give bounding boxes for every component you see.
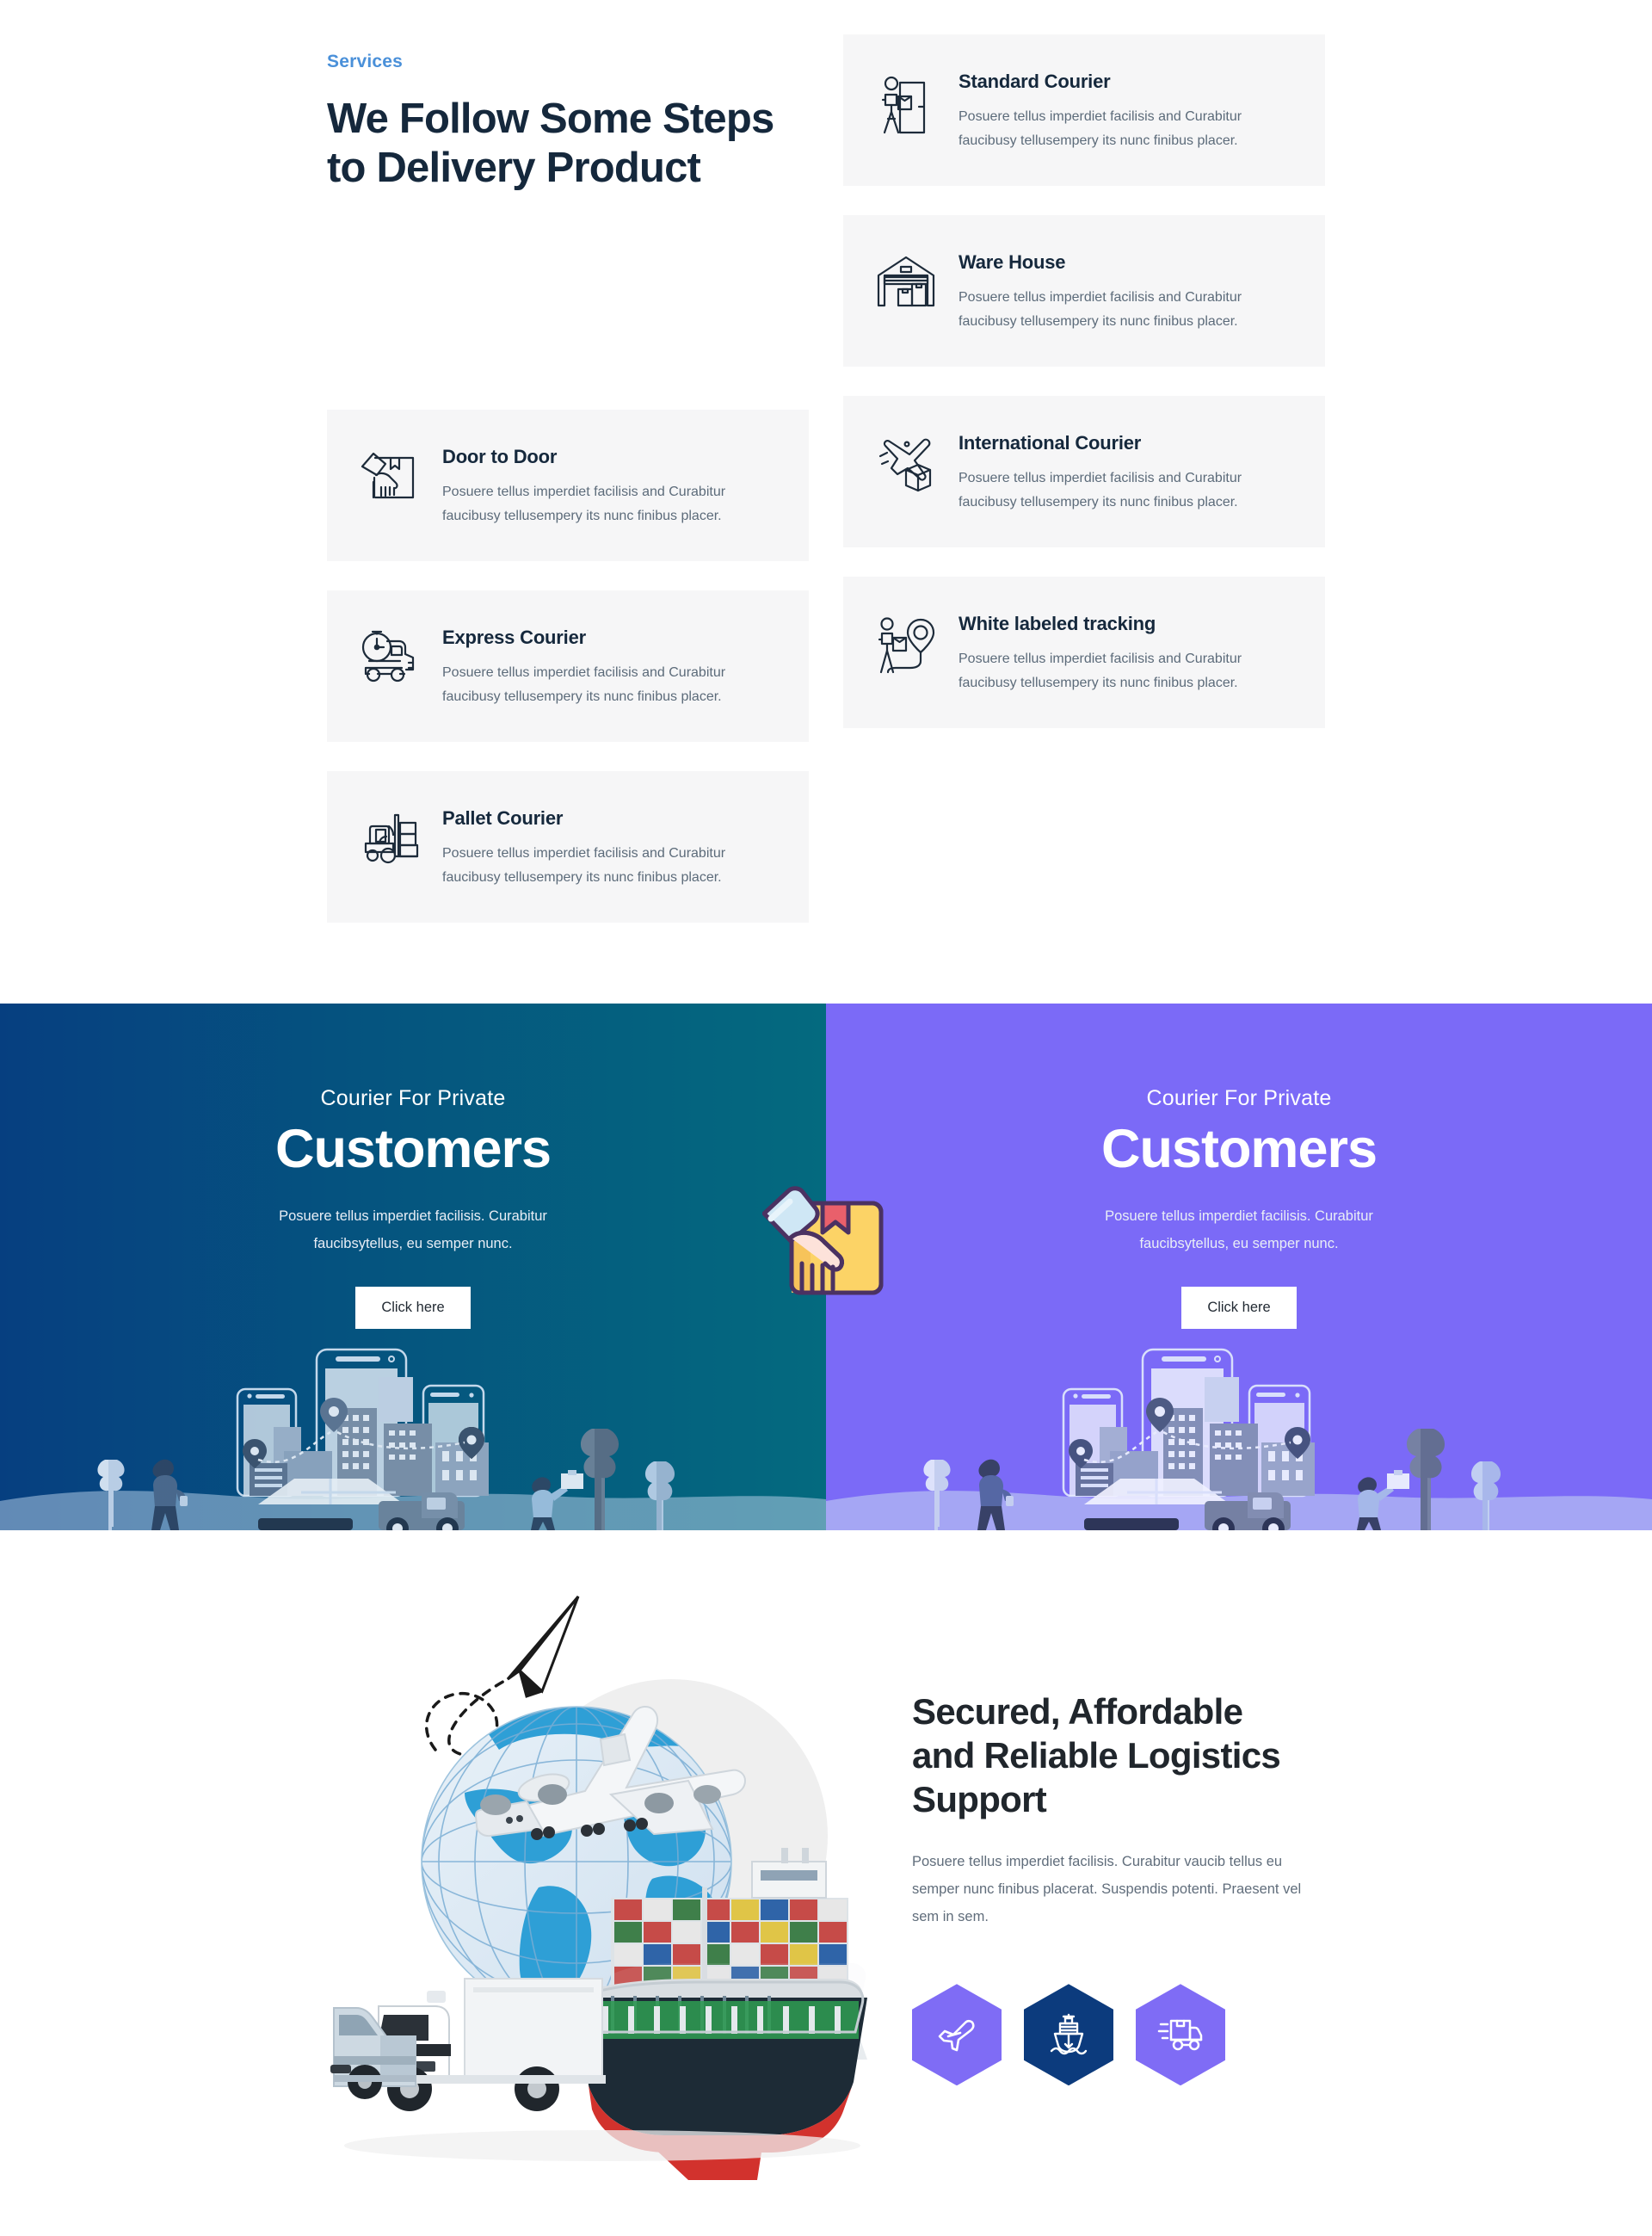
badge-sea-freight[interactable] [1024, 1984, 1113, 2086]
page-root: Services We Follow Some Steps to Deliver… [0, 0, 1652, 2236]
service-card-pallet-courier[interactable]: Pallet Courier Posuere tellus imperdiet … [327, 771, 809, 923]
warehouse-icon [872, 255, 940, 308]
logistics-title: Secured, Affordable and Reliable Logisti… [912, 1691, 1281, 1820]
services-card-column-left: Door to Door Posuere tellus imperdiet fa… [327, 410, 809, 952]
page-title: We Follow Some Steps to Delivery Product [327, 96, 774, 192]
logistics-illustration [327, 1578, 878, 2184]
service-card-desc: Posuere tellus imperdiet facilisis and C… [959, 471, 1242, 510]
hand-package-icon [356, 449, 423, 503]
city-delivery-illustration-right [826, 1348, 1652, 1530]
logistics-section: Secured, Affordable and Reliable Logisti… [0, 1530, 1652, 2236]
cargo-ship-icon [1050, 2014, 1088, 2055]
service-card-door-to-door[interactable]: Door to Door Posuere tellus imperdiet fa… [327, 410, 809, 561]
city-delivery-illustration-left [0, 1348, 826, 1530]
service-card-title: Standard Courier [959, 71, 1111, 92]
service-card-desc: Posuere tellus imperdiet facilisis and C… [442, 485, 726, 523]
service-card-title: Ware House [959, 251, 1066, 273]
service-card-title: Door to Door [442, 446, 558, 467]
service-card-desc: Posuere tellus imperdiet facilisis and C… [959, 290, 1242, 329]
promo-description: Posuere tellus imperdiet facilisis. Cura… [279, 1208, 547, 1251]
service-card-ware-house[interactable]: Ware House Posuere tellus imperdiet faci… [843, 215, 1325, 367]
service-card-white-labeled-tracking[interactable]: White labeled tracking Posuere tellus im… [843, 577, 1325, 728]
service-card-international-courier[interactable]: International Courier Posuere tellus imp… [843, 396, 1325, 547]
person-package-map-pin-icon [872, 616, 940, 675]
airplane-box-icon [872, 435, 940, 492]
services-section: Services We Follow Some Steps to Deliver… [0, 0, 1652, 1004]
promo-panel-right: Courier For Private Customers Posuere te… [826, 1004, 1652, 1530]
promo-kicker: Courier For Private [1146, 1086, 1332, 1110]
logistics-description: Posuere tellus imperdiet facilisis. Cura… [912, 1853, 1302, 1925]
stopwatch-truck-icon [356, 630, 423, 683]
badge-road-freight[interactable] [1136, 1984, 1225, 2086]
forklift-pallet-icon [356, 811, 423, 866]
badge-air-freight[interactable] [912, 1984, 1002, 2086]
services-eyebrow: Services [327, 52, 404, 71]
global-logistics-composite-image [330, 1596, 867, 2180]
service-card-desc: Posuere tellus imperdiet facilisis and C… [442, 846, 726, 885]
promo-banner-section: Courier For Private Customers Posuere te… [0, 1004, 1652, 1530]
click-here-button-left[interactable]: Click here [355, 1286, 471, 1329]
logistics-badges [912, 1984, 1291, 2086]
service-card-desc: Posuere tellus imperdiet facilisis and C… [959, 109, 1242, 148]
service-card-title: White labeled tracking [959, 613, 1156, 634]
promo-description: Posuere tellus imperdiet facilisis. Cura… [1105, 1208, 1373, 1251]
click-here-button-right[interactable]: Click here [1181, 1286, 1297, 1329]
delivery-truck-icon [1157, 2019, 1203, 2051]
service-card-title: Express Courier [442, 627, 586, 648]
service-card-standard-courier[interactable]: Standard Courier Posuere tellus imperdie… [843, 34, 1325, 186]
service-card-desc: Posuere tellus imperdiet facilisis and C… [442, 665, 726, 704]
promo-title: Customers [1100, 1119, 1378, 1179]
promo-content-right: Courier For Private Customers Posuere te… [826, 1004, 1652, 1329]
service-card-desc: Posuere tellus imperdiet facilisis and C… [959, 652, 1242, 690]
courier-person-door-icon [872, 74, 940, 134]
promo-panel-left: Courier For Private Customers Posuere te… [0, 1004, 826, 1530]
service-card-express-courier[interactable]: Express Courier Posuere tellus imperdiet… [327, 590, 809, 742]
promo-kicker: Courier For Private [320, 1086, 506, 1110]
logistics-copy-block: Secured, Affordable and Reliable Logisti… [878, 1578, 1301, 2184]
service-card-title: Pallet Courier [442, 807, 564, 829]
promo-title: Customers [274, 1119, 552, 1179]
promo-content-left: Courier For Private Customers Posuere te… [0, 1004, 826, 1329]
hand-package-color-icon [762, 1186, 884, 1295]
service-card-title: International Courier [959, 432, 1142, 454]
airplane-icon [938, 2020, 975, 2052]
services-card-column-right: Standard Courier Posuere tellus imperdie… [843, 34, 1325, 757]
